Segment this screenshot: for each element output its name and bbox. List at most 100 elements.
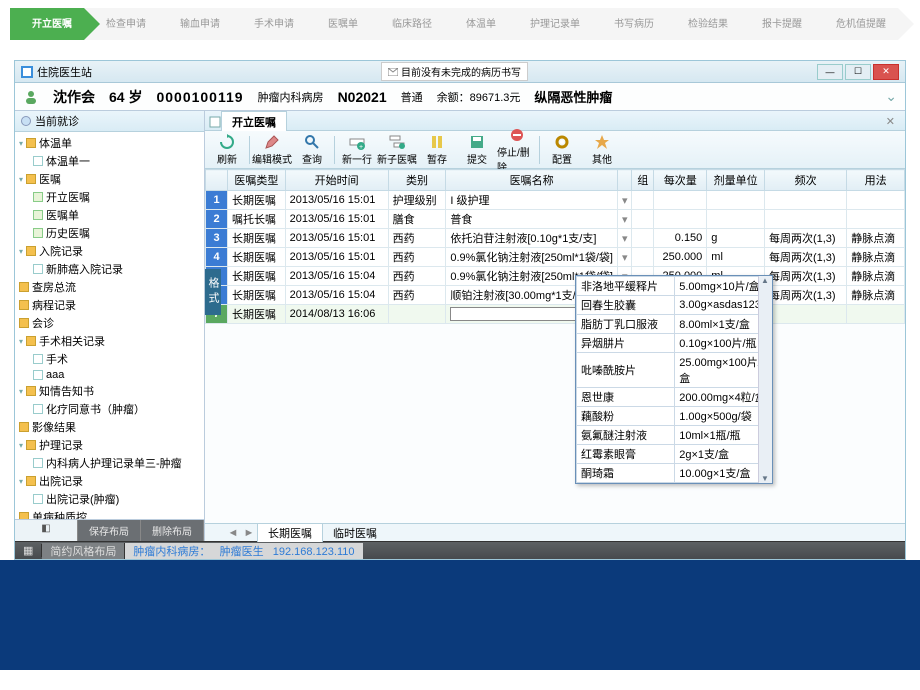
dropdown-item[interactable]: 氨氟醚注射液10ml×1瓶/瓶: [577, 426, 772, 445]
other-button[interactable]: 其他: [582, 133, 622, 166]
expand-toggle-icon[interactable]: ⌄: [885, 88, 897, 105]
nav-tree-panel: 当前就诊 体温单 体温单一 医嘱 开立医嘱 医嘱单 历史医嘱 入院记录 新肺癌入…: [15, 111, 205, 541]
table-row[interactable]: 2嘱托长嘱2013/05/16 15:01膳食普食▾: [206, 210, 905, 229]
tree-nursing[interactable]: 护理记录: [19, 436, 200, 454]
subtab-temp[interactable]: 临时医嘱: [323, 524, 387, 542]
tree-consent-chemo[interactable]: 化疗同意书（肿瘤）: [33, 400, 200, 418]
maximize-button[interactable]: ☐: [845, 64, 871, 80]
grid-header-row: 医嘱类型 开始时间 类别 医嘱名称 组 每次量 剂量单位 频次 用法: [206, 170, 905, 191]
dropdown-scrollbar[interactable]: [758, 276, 772, 483]
tree-temp-1[interactable]: 体温单一: [33, 152, 200, 170]
patient-diagnosis: 纵隔恶性肿瘤: [534, 87, 612, 106]
save-icon: [468, 133, 486, 151]
window-title: 住院医生站: [37, 64, 92, 80]
patient-code: N02021: [338, 89, 387, 105]
patient-name: 沈作会: [53, 87, 95, 107]
tree-admit[interactable]: 入院记录: [19, 242, 200, 260]
table-row[interactable]: 1长期医嘱2013/05/16 15:01护理级别I 级护理▾: [206, 191, 905, 210]
patient-type: 普通: [401, 89, 423, 105]
tree-consult[interactable]: 会诊: [19, 314, 200, 332]
tree-admit-lung[interactable]: 新肺癌入院记录: [33, 260, 200, 278]
search-icon: [303, 133, 321, 151]
person-icon: [21, 116, 31, 126]
subtab-next-icon[interactable]: ►: [241, 527, 257, 539]
tab-doc-icon: [209, 116, 221, 128]
dropdown-item[interactable]: 异烟肼片0.10g×100片/瓶: [577, 334, 772, 353]
table-row[interactable]: 3长期医嘱2013/05/16 15:01西药依托泊苷注射液[0.10g*1支/…: [206, 229, 905, 248]
drug-autocomplete-dropdown[interactable]: 非洛地平缓释片5.00mg×10片/盒回春生胶囊3.00g×asdas1233脂…: [575, 275, 773, 484]
tree-surgery[interactable]: 手术相关记录: [19, 332, 200, 350]
save-layout-button[interactable]: 保存布局: [78, 520, 141, 541]
stop-delete-button[interactable]: 停止/删除: [497, 126, 537, 174]
patient-id: 0000100119: [156, 89, 243, 105]
dropdown-item[interactable]: 红霉素眼膏2g×1支/盒: [577, 445, 772, 464]
minimize-button[interactable]: —: [817, 64, 843, 80]
tab-strip: 开立医嘱 ✕: [205, 111, 905, 131]
patient-ward: 肿瘤内科病房: [258, 89, 324, 105]
dropdown-item[interactable]: 酮琦霜10.00g×1支/盒: [577, 464, 772, 483]
right-panel: 开立医嘱 ✕ 刷新 编辑模式 查询 +新一行 新子医嘱 暂存 提交 停止/删除 …: [205, 111, 905, 541]
dropdown-item[interactable]: 回春生胶囊3.00g×asdas1233: [577, 296, 772, 315]
step-orders[interactable]: 开立医嘱: [10, 8, 84, 40]
subtab-long[interactable]: 长期医嘱: [257, 523, 323, 542]
patient-balance: 余额：89671.3元: [437, 89, 521, 105]
table-row[interactable]: 7长期医嘱2014/08/13 16:06: [206, 305, 905, 324]
tree-rounds[interactable]: 查房总流: [19, 278, 200, 296]
patient-bar: 沈作会 64 岁 0000100119 肿瘤内科病房 N02021 普通 余额：…: [15, 83, 905, 111]
tree-discharge-tumor[interactable]: 出院记录(肿瘤): [33, 490, 200, 508]
refresh-icon: [218, 133, 236, 151]
toolbar: 刷新 编辑模式 查询 +新一行 新子医嘱 暂存 提交 停止/删除 配置 其他: [205, 131, 905, 169]
status-layout[interactable]: 简约风格布局: [42, 543, 125, 559]
table-row[interactable]: 5长期医嘱2013/05/16 15:04西药0.9%氯化钠注射液[250ml*…: [206, 267, 905, 286]
side-handle[interactable]: 格式: [205, 269, 221, 315]
dropdown-item[interactable]: 脂肪丁乳口服液8.00ml×1支/盒: [577, 315, 772, 334]
status-icon[interactable]: ▦: [15, 544, 42, 557]
tree-orders[interactable]: 医嘱: [19, 170, 200, 188]
delete-layout-button[interactable]: 删除布局: [141, 520, 204, 541]
nav-tree[interactable]: 体温单 体温单一 医嘱 开立医嘱 医嘱单 历史医嘱 入院记录 新肺癌入院记录 查…: [15, 132, 204, 519]
close-button[interactable]: ✕: [873, 64, 899, 80]
app-icon: [21, 66, 33, 78]
table-row[interactable]: 4长期医嘱2013/05/16 15:01西药0.9%氯化钠注射液[250ml*…: [206, 248, 905, 267]
notice-banner[interactable]: 目前没有未完成的病历书写: [381, 62, 528, 81]
tree-progress[interactable]: 病程记录: [19, 296, 200, 314]
dropdown-item[interactable]: 藕酸粉1.00g×500g/袋: [577, 407, 772, 426]
status-info: 肿瘤内科病房： 肿瘤医生 192.168.123.110: [125, 543, 362, 559]
tree-single[interactable]: 单病种质控: [19, 508, 200, 519]
breadcrumb-steps: 开立医嘱 检查申请 输血申请 手术申请 医嘱单 临床路径 体温单 护理记录单 书…: [10, 8, 920, 40]
search-button[interactable]: 查询: [292, 133, 332, 166]
tree-surgery-op[interactable]: 手术: [33, 350, 200, 368]
patient-icon: [23, 89, 39, 105]
config-button[interactable]: 配置: [542, 133, 582, 166]
tree-open-order[interactable]: 开立医嘱: [33, 188, 200, 206]
dropdown-item[interactable]: 非洛地平缓释片5.00mg×10片/盒: [577, 277, 772, 296]
main-window: 住院医生站 目前没有未完成的病历书写 — ☐ ✕ 沈作会 64 岁 000010…: [14, 60, 906, 560]
tree-imaging[interactable]: 影像结果: [19, 418, 200, 436]
refresh-button[interactable]: 刷新: [207, 133, 247, 166]
tree-temp[interactable]: 体温单: [19, 134, 200, 152]
tree-discharge[interactable]: 出院记录: [19, 472, 200, 490]
temp-save-button[interactable]: 暂存: [417, 133, 457, 166]
orders-grid[interactable]: 医嘱类型 开始时间 类别 医嘱名称 组 每次量 剂量单位 频次 用法 1长期医嘱…: [205, 169, 905, 324]
tree-order-sheet[interactable]: 医嘱单: [33, 206, 200, 224]
table-row[interactable]: 6长期医嘱2013/05/16 15:04西药顺铂注射液[30.00mg*1支/…: [206, 286, 905, 305]
subtab-prev-icon[interactable]: ◄: [225, 527, 241, 539]
tree-nursing-rec[interactable]: 内科病人护理记录单三-肿瘤: [33, 454, 200, 472]
new-row-icon: +: [348, 133, 366, 151]
pause-icon: [428, 133, 446, 151]
submit-button[interactable]: 提交: [457, 133, 497, 166]
stop-icon: [508, 126, 526, 144]
statusbar: ▦ 简约风格布局 肿瘤内科病房： 肿瘤医生 192.168.123.110: [15, 541, 905, 559]
tab-close-icon[interactable]: ✕: [880, 115, 901, 128]
new-child-button[interactable]: 新子医嘱: [377, 133, 417, 166]
nav-icon-button[interactable]: ◧: [15, 520, 78, 541]
edit-mode-button[interactable]: 编辑模式: [252, 133, 292, 166]
new-child-icon: [388, 133, 406, 151]
tab-open-orders[interactable]: 开立医嘱: [221, 111, 287, 133]
dropdown-item[interactable]: 恩世康200.00mg×4粒/盒: [577, 388, 772, 407]
dropdown-item[interactable]: 吡嗪酰胺片25.00mg×100片/盒: [577, 353, 772, 388]
tree-surgery-aaa[interactable]: aaa: [33, 368, 200, 382]
tree-consent[interactable]: 知情告知书: [19, 382, 200, 400]
new-row-button[interactable]: +新一行: [337, 133, 377, 166]
tree-history-order[interactable]: 历史医嘱: [33, 224, 200, 242]
